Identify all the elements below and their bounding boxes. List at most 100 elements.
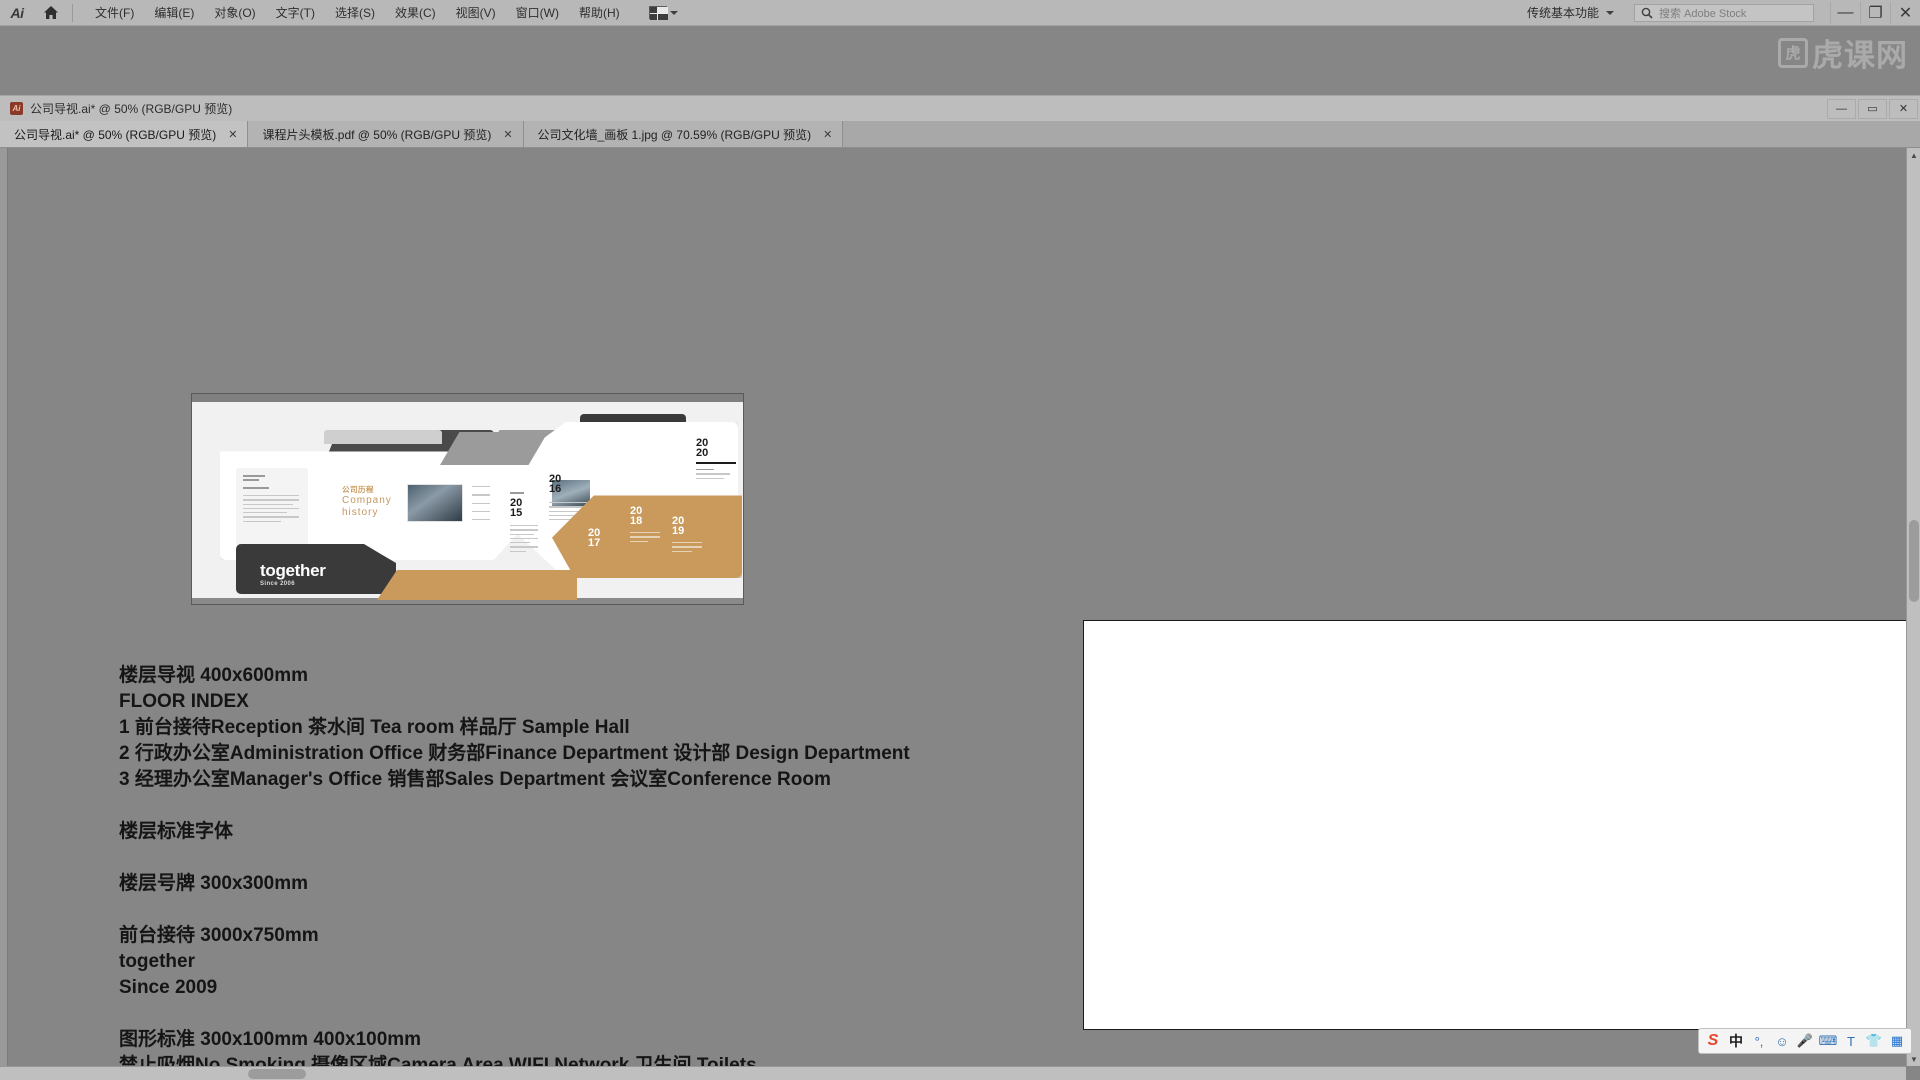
canvas-area[interactable]: 公司历程 Company history 20 15 20 16 20 20 2… xyxy=(0,148,1920,1080)
wall-left-text-card xyxy=(236,468,308,546)
document-tab-2-close-icon[interactable]: ✕ xyxy=(503,128,512,141)
wall-year-2018-bottom: 18 xyxy=(630,515,643,527)
menu-items: 文件(F) 编辑(E) 对象(O) 文字(T) 选择(S) 效果(C) 视图(V… xyxy=(85,1,630,25)
text-line-2: FLOOR INDEX xyxy=(119,691,249,712)
menu-help[interactable]: 帮助(H) xyxy=(569,1,630,25)
menu-select[interactable]: 选择(S) xyxy=(325,1,385,25)
history-title-en-1: Company xyxy=(342,495,392,506)
document-icon: Ai xyxy=(10,102,23,115)
illustrator-window: Ai 文件(F) 编辑(E) 对象(O) 文字(T) 选择(S) 效果(C) 视… xyxy=(0,0,1920,1080)
menu-effect[interactable]: 效果(C) xyxy=(385,1,446,25)
scroll-up-icon[interactable]: ▲ xyxy=(1907,148,1920,162)
ime-emoji-icon[interactable]: ☺ xyxy=(1771,1030,1793,1052)
placed-artwork-company-wall[interactable]: 公司历程 Company history 20 15 20 16 20 20 2… xyxy=(191,393,744,605)
ime-skin-icon[interactable]: 👕 xyxy=(1863,1030,1885,1052)
minimize-button[interactable]: — xyxy=(1830,1,1860,24)
wall-photo-handshake xyxy=(407,484,463,522)
text-spacer-3 xyxy=(119,897,1119,923)
menu-type[interactable]: 文字(T) xyxy=(266,1,325,25)
wall-year-2018: 20 18 xyxy=(630,506,660,542)
window-controls: — ❐ ✕ xyxy=(1830,1,1920,24)
text-line-1: 楼层导视 400x600mm xyxy=(119,665,309,686)
text-spacer-2 xyxy=(119,845,1119,871)
document-restore-button[interactable]: ▭ xyxy=(1858,98,1887,119)
wall-year-2019: 20 19 xyxy=(672,516,702,552)
wall-year-2020-bottom: 20 xyxy=(696,447,709,459)
watermark: 虎 虎课网 xyxy=(1778,30,1908,75)
history-title-en-2: history xyxy=(342,507,379,518)
wall-year-2015: 20 15 xyxy=(510,492,538,553)
wall-bullet-list xyxy=(472,486,494,521)
workspace-label: 传统基本功能 xyxy=(1526,6,1599,20)
wall-graphic: 公司历程 Company history 20 15 20 16 20 20 2… xyxy=(192,394,743,604)
menu-edit[interactable]: 编辑(E) xyxy=(144,1,204,25)
canvas-left-rail xyxy=(0,148,8,1080)
wall-year-2020: 20 20 xyxy=(696,438,736,479)
menu-bar: Ai 文件(F) 编辑(E) 对象(O) 文字(T) 选择(S) 效果(C) 视… xyxy=(0,0,1920,26)
document-tab-3[interactable]: 公司文化墙_画板 1.jpg @ 70.59% (RGB/GPU 预览) ✕ xyxy=(523,121,844,147)
chevron-down-icon xyxy=(1606,10,1614,15)
home-icon[interactable] xyxy=(34,0,68,26)
document-close-button[interactable]: ✕ xyxy=(1889,98,1918,119)
canvas-text-block[interactable]: 楼层导视 400x600mm FLOOR INDEX 1 前台接待Recepti… xyxy=(119,663,1119,1080)
document-tab-3-close-icon[interactable]: ✕ xyxy=(823,128,832,141)
wall-year-2016-bottom: 16 xyxy=(549,483,562,495)
close-button[interactable]: ✕ xyxy=(1890,1,1920,24)
ime-language-mode-button[interactable]: 中 xyxy=(1725,1030,1747,1052)
restore-button[interactable]: ❐ xyxy=(1860,1,1890,24)
horizontal-scrollbar-thumb[interactable] xyxy=(248,1069,306,1079)
document-title-bar: Ai 公司导视.ai* @ 50% (RGB/GPU 预览) — ▭ ✕ xyxy=(0,95,1920,121)
ime-toolbox-icon[interactable]: T xyxy=(1840,1030,1862,1052)
watermark-icon: 虎 xyxy=(1778,37,1808,68)
document-tabs: 公司导视.ai* @ 50% (RGB/GPU 预览) ✕ 课程片头模板.pdf… xyxy=(0,121,1920,148)
scroll-down-icon[interactable]: ▼ xyxy=(1907,1052,1920,1066)
document-tab-1-close-icon[interactable]: ✕ xyxy=(228,128,237,141)
menubar-right-cluster: 传统基本功能 搜索 Adobe Stock — ❐ ✕ xyxy=(1521,0,1920,26)
ime-voice-icon[interactable]: 🎤 xyxy=(1794,1030,1816,1052)
wall-year-2017: 20 17 xyxy=(588,528,601,549)
wall-gold-ribbon-bottom xyxy=(377,570,577,600)
watermark-text: 虎课网 xyxy=(1812,38,1908,73)
ime-punctuation-icon[interactable]: °, xyxy=(1748,1030,1770,1052)
search-icon xyxy=(1641,7,1653,19)
menu-object[interactable]: 对象(O) xyxy=(204,1,265,25)
text-line-13: Since 2009 xyxy=(119,977,218,998)
ime-toolbar: S 中 °, ☺ 🎤 ⌨ T 👕 ▦ xyxy=(1698,1028,1912,1054)
horizontal-scrollbar[interactable] xyxy=(0,1066,1906,1080)
artboard-right-upper[interactable] xyxy=(1083,620,1913,1030)
text-line-4: 2 行政办公室Administration Office 财务部Finance … xyxy=(119,743,910,764)
wall-shape-grey-light-2 xyxy=(324,430,442,444)
text-line-3: 1 前台接待Reception 茶水间 Tea room 样品厅 Sample … xyxy=(119,717,630,738)
document-window-controls: — ▭ ✕ xyxy=(1827,98,1920,119)
together-label: together xyxy=(260,561,326,580)
wall-year-2017-bottom: 17 xyxy=(588,537,601,549)
vertical-scrollbar[interactable]: ▲ ▼ xyxy=(1906,148,1920,1066)
chevron-down-icon xyxy=(669,10,678,15)
adobe-stock-search[interactable]: 搜索 Adobe Stock xyxy=(1634,3,1814,22)
text-line-9: 楼层号牌 300x300mm xyxy=(119,873,309,894)
arrange-documents-button[interactable] xyxy=(644,4,683,21)
text-line-7: 楼层标准字体 xyxy=(119,821,234,842)
document-tab-2[interactable]: 课程片头模板.pdf @ 50% (RGB/GPU 预览) ✕ xyxy=(248,121,524,147)
wall-year-2015-bottom: 15 xyxy=(510,507,523,519)
ime-keyboard-icon[interactable]: ⌨ xyxy=(1817,1030,1839,1052)
document-tab-2-label: 课程片头模板.pdf @ 50% (RGB/GPU 预览) xyxy=(262,127,492,142)
text-line-15: 图形标准 300x100mm 400x100mm xyxy=(119,1029,422,1050)
text-line-12: together xyxy=(119,951,195,972)
vertical-scrollbar-thumb[interactable] xyxy=(1909,520,1919,602)
menubar-divider xyxy=(72,3,73,22)
document-minimize-button[interactable]: — xyxy=(1827,98,1856,119)
wall-history-title: 公司历程 Company history xyxy=(342,484,412,519)
document-tab-1[interactable]: 公司导视.ai* @ 50% (RGB/GPU 预览) ✕ xyxy=(0,121,249,147)
history-title-cn: 公司历程 xyxy=(342,485,374,494)
wall-together-text: together Since 2006 xyxy=(260,561,326,587)
menu-window[interactable]: 窗口(W) xyxy=(506,1,569,25)
document-title: 公司导视.ai* @ 50% (RGB/GPU 预览) xyxy=(30,102,233,116)
sogou-logo-icon[interactable]: S xyxy=(1702,1030,1724,1052)
wall-top-band xyxy=(192,394,743,402)
menu-view[interactable]: 视图(V) xyxy=(446,1,506,25)
ime-apps-icon[interactable]: ▦ xyxy=(1886,1030,1908,1052)
menu-file[interactable]: 文件(F) xyxy=(85,1,144,25)
workspace-switcher[interactable]: 传统基本功能 xyxy=(1521,4,1620,21)
document-tab-3-label: 公司文化墙_画板 1.jpg @ 70.59% (RGB/GPU 预览) xyxy=(537,127,812,142)
